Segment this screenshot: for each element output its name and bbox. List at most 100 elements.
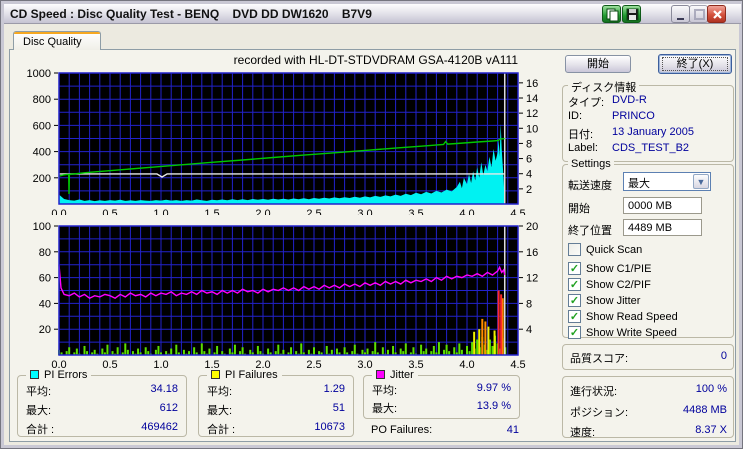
svg-text:2: 2 [526, 184, 532, 196]
position-value: 4488 MB [682, 404, 727, 416]
svg-text:2.0: 2.0 [255, 208, 270, 215]
jitter-title: Jitter [390, 369, 414, 381]
tab-label: Disc Quality [23, 36, 82, 48]
show-read-speed-label: Show Read Speed [586, 311, 678, 323]
start-pos-label: 開始 [568, 203, 590, 215]
svg-text:8: 8 [526, 298, 532, 310]
svg-text:40: 40 [39, 298, 51, 310]
disc-date-label: 日付: [568, 129, 594, 141]
svg-text:60: 60 [39, 273, 51, 285]
pif-max-value: 51 [332, 402, 345, 414]
svg-text:2.5: 2.5 [306, 359, 321, 369]
pie-max-value: 612 [159, 402, 178, 414]
start-button[interactable]: 開始 [565, 55, 631, 73]
jitter-avg-label: 平均: [372, 385, 398, 397]
svg-text:1.0: 1.0 [153, 359, 168, 369]
svg-text:4.0: 4.0 [459, 208, 474, 215]
pi-errors-chart: 200 400 600 800 1000 2 4 6 8 10 12 14 16 0.0 0.5 1.0 1.5… [27, 68, 539, 215]
svg-text:1.0: 1.0 [153, 208, 168, 215]
jitter-stats-box: Jitter 平均: 9.97 % 最大: 13.9 % [363, 369, 520, 419]
svg-text:4: 4 [526, 324, 532, 336]
svg-text:12: 12 [526, 273, 538, 285]
pif-max-label: 最大: [207, 405, 233, 417]
svg-text:8: 8 [526, 138, 532, 150]
app-window: CD Speed : Disc Quality Test - BENQ DVD … [0, 0, 743, 449]
speed-label: 速度: [570, 427, 596, 439]
svg-text:400: 400 [33, 147, 51, 159]
disc-id-value: PRINCO [612, 110, 655, 122]
svg-text:14: 14 [526, 93, 538, 105]
pif-avg-value: 1.29 [323, 383, 345, 395]
svg-text:1000: 1000 [27, 68, 51, 80]
disc-label-value: CDS_TEST_B2 [612, 142, 690, 154]
save-button[interactable] [622, 5, 641, 23]
show-c1pie-label: Show C1/PIE [586, 263, 652, 275]
svg-text:20: 20 [526, 221, 538, 233]
minimize-button[interactable] [671, 5, 690, 23]
jitter-avg-value: 9.97 % [476, 382, 511, 394]
close-button[interactable] [707, 5, 726, 23]
svg-text:100: 100 [33, 221, 51, 233]
svg-text:3.5: 3.5 [408, 359, 423, 369]
quick-scan-label: Quick Scan [586, 244, 643, 256]
svg-text:80: 80 [39, 247, 51, 259]
copy-button[interactable] [602, 5, 621, 23]
pi-errors-color-swatch [30, 370, 39, 379]
start-pos-field[interactable]: 0000 MB [623, 197, 702, 214]
exit-button[interactable]: 終了(X) [658, 54, 732, 74]
maximize-button[interactable] [689, 5, 708, 23]
svg-text:4.5: 4.5 [510, 208, 525, 215]
show-c1pie-checkbox[interactable]: ✓ [568, 262, 581, 275]
svg-text:1.5: 1.5 [204, 208, 219, 215]
show-c2pif-checkbox[interactable]: ✓ [568, 278, 581, 291]
pi-failures-jitter-chart: 20 40 60 80 100 4 8 12 16 20 0.0 0.5 1.0 1.5 2.0 2.5 3.0… [33, 221, 539, 369]
svg-text:16: 16 [526, 247, 538, 259]
pie-avg-label: 平均: [26, 386, 52, 398]
show-c2pif-label: Show C2/PIF [586, 279, 651, 291]
chevron-down-icon[interactable]: ▼ [693, 174, 709, 189]
pi-errors-stats-box: PI Errors 平均: 34.18 最大: 612 合計 : 469462 [17, 369, 187, 437]
pif-total-value: 10673 [314, 421, 345, 433]
disc-id-label: ID: [568, 110, 583, 122]
pif-total-label: 合計 : [207, 424, 236, 436]
svg-text:4: 4 [526, 169, 532, 181]
position-label: ポジション: [570, 407, 629, 419]
po-failures-value: 41 [506, 424, 519, 436]
pi-failures-color-swatch [211, 370, 220, 379]
transfer-speed-label: 転送速度 [568, 180, 612, 192]
svg-text:20: 20 [39, 324, 51, 336]
svg-text:3.5: 3.5 [408, 208, 423, 215]
svg-text:800: 800 [33, 94, 51, 106]
disc-label-label: Label: [568, 142, 598, 154]
svg-text:0.0: 0.0 [51, 208, 66, 215]
progress-label: 進行状況: [570, 386, 618, 398]
show-write-speed-label: Show Write Speed [586, 327, 677, 339]
transfer-speed-select[interactable]: 最大 ▼ [623, 172, 711, 191]
quality-score-label: 品質スコア: [570, 353, 629, 365]
svg-text:2.0: 2.0 [255, 359, 270, 369]
jitter-max-label: 最大: [372, 403, 398, 415]
svg-text:0.0: 0.0 [51, 359, 66, 369]
show-read-speed-checkbox[interactable]: ✓ [568, 310, 581, 323]
svg-text:2.5: 2.5 [306, 208, 321, 215]
svg-text:4.0: 4.0 [459, 359, 474, 369]
show-write-speed-checkbox[interactable]: ✓ [568, 326, 581, 339]
svg-text:0.5: 0.5 [102, 208, 117, 215]
end-pos-field[interactable]: 4489 MB [623, 219, 702, 236]
pif-avg-label: 平均: [207, 386, 233, 398]
svg-text:6: 6 [526, 154, 532, 166]
disc-date-value: 13 January 2005 [612, 126, 694, 138]
svg-text:16: 16 [526, 78, 538, 90]
jitter-color-swatch [376, 370, 385, 379]
svg-text:3.0: 3.0 [357, 359, 372, 369]
pi-failures-stats-box: PI Failures 平均: 1.29 最大: 51 合計 : 10673 [198, 369, 354, 437]
svg-text:1.5: 1.5 [204, 359, 219, 369]
quick-scan-checkbox[interactable] [568, 243, 581, 256]
svg-text:200: 200 [33, 173, 51, 185]
svg-text:4.5: 4.5 [510, 359, 525, 369]
disc-type-value: DVD-R [612, 94, 647, 106]
settings-title: Settings [568, 158, 614, 170]
end-pos-label: 終了位置 [568, 225, 612, 237]
show-jitter-checkbox[interactable]: ✓ [568, 294, 581, 307]
tab-disc-quality[interactable]: Disc Quality [13, 31, 101, 50]
